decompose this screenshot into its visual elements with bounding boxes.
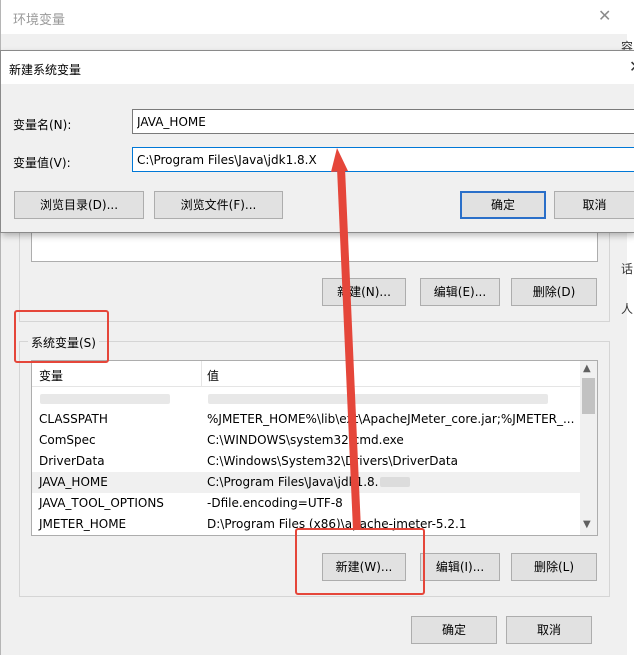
- variable-value-input[interactable]: [132, 147, 634, 172]
- table-header: 变量 值: [32, 361, 580, 387]
- dialog-titlebar: 新建系统变量 ✕: [1, 51, 634, 84]
- new-system-variable-dialog: 新建系统变量 ✕ 变量名(N): 变量值(V): 浏览目录(D)... 浏览文件…: [0, 50, 634, 233]
- var-name: DriverData: [39, 454, 105, 468]
- user-edit-button[interactable]: 编辑(E)...: [420, 278, 500, 306]
- var-name: JAVA_HOME: [39, 475, 108, 489]
- system-delete-button[interactable]: 删除(L): [511, 553, 597, 581]
- annotation-box-system-label: [14, 310, 109, 363]
- var-name: CLASSPATH: [39, 412, 108, 426]
- column-divider[interactable]: [201, 361, 202, 387]
- annotation-box-new-button: [295, 528, 425, 595]
- var-name: JMETER_HOME: [39, 517, 127, 531]
- env-cancel-button[interactable]: 取消: [506, 616, 592, 644]
- env-titlebar: 环境变量 ✕: [1, 0, 627, 34]
- dialog-cancel-button[interactable]: 取消: [554, 191, 634, 219]
- table-row[interactable]: DriverData C:\Windows\System32\Drivers\D…: [32, 451, 580, 472]
- dialog-title: 新建系统变量: [9, 63, 82, 77]
- blurred-value: [208, 394, 548, 404]
- blurred-suffix: [380, 477, 410, 487]
- browse-file-button[interactable]: 浏览文件(F)...: [154, 191, 283, 219]
- variable-name-label: 变量名(N):: [13, 118, 72, 132]
- user-delete-button[interactable]: 删除(D): [511, 278, 597, 306]
- column-header-variable[interactable]: 变量: [39, 367, 63, 384]
- table-row[interactable]: JAVA_TOOL_OPTIONS -Dfile.encoding=UTF-8: [32, 493, 580, 514]
- close-icon[interactable]: ✕: [629, 57, 634, 76]
- user-new-button[interactable]: 新建(N)...: [322, 278, 406, 306]
- var-name: JAVA_TOOL_OPTIONS: [39, 496, 164, 510]
- table-row-selected[interactable]: JAVA_HOME C:\Program Files\Java\jdk1.8.: [32, 472, 580, 493]
- column-header-value[interactable]: 值: [207, 367, 219, 384]
- table-row-blurred[interactable]: [32, 388, 580, 409]
- scroll-down-icon[interactable]: ▼: [583, 519, 591, 530]
- browse-directory-button[interactable]: 浏览目录(D)...: [14, 191, 144, 219]
- edge-text-fragment: 话: [621, 262, 634, 276]
- var-name: ComSpec: [39, 433, 96, 447]
- system-edit-button[interactable]: 编辑(I)...: [420, 553, 500, 581]
- env-window-title: 环境变量: [13, 13, 66, 28]
- var-value: %JMETER_HOME%\lib\ext\ApacheJMeter_core.…: [207, 412, 575, 426]
- variable-name-input[interactable]: [132, 109, 634, 134]
- scroll-thumb[interactable]: [582, 378, 595, 414]
- dialog-ok-button[interactable]: 确定: [460, 191, 546, 219]
- table-row[interactable]: ComSpec C:\WINDOWS\system32\cmd.exe: [32, 430, 580, 451]
- blurred-name: [40, 394, 170, 404]
- user-variables-list[interactable]: [31, 230, 598, 262]
- var-value: -Dfile.encoding=UTF-8: [207, 496, 343, 510]
- scroll-up-icon[interactable]: ▲: [583, 363, 591, 374]
- env-ok-button[interactable]: 确定: [411, 616, 497, 644]
- variable-value-label: 变量值(V):: [13, 156, 71, 170]
- var-value: C:\WINDOWS\system32\cmd.exe: [207, 433, 404, 447]
- close-icon[interactable]: ✕: [598, 6, 611, 25]
- var-value: C:\Windows\System32\Drivers\DriverData: [207, 454, 458, 468]
- edge-text-fragment: 人: [621, 302, 634, 316]
- system-variables-list[interactable]: 变量 值 CLASSPATH %JMETER_HOME%\lib\ext\Apa…: [31, 360, 598, 536]
- table-row[interactable]: CLASSPATH %JMETER_HOME%\lib\ext\ApacheJM…: [32, 409, 580, 430]
- vertical-scrollbar[interactable]: ▲ ▼: [580, 361, 597, 535]
